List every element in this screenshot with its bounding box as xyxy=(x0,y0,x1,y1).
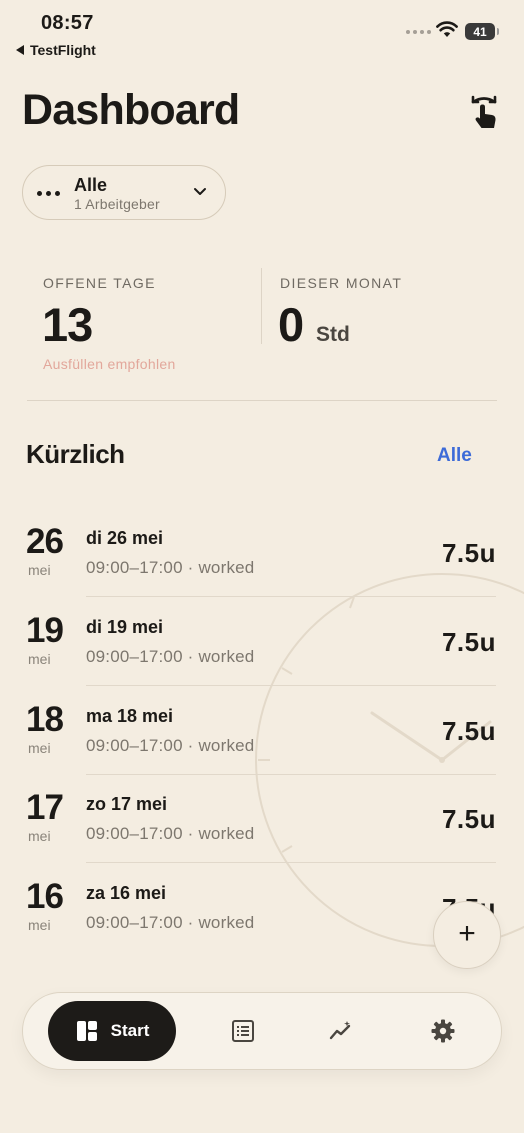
entry-month: mei xyxy=(28,740,51,756)
section-divider xyxy=(27,400,497,401)
entry-detail: 09:00–17:00 · worked xyxy=(86,824,255,843)
dashboard-icon xyxy=(76,1021,97,1041)
back-to-app-link[interactable]: TestFlight xyxy=(16,42,96,58)
list-item[interactable]: 19 mei di 19 mei 09:00–17:00 · worked 7.… xyxy=(0,597,524,686)
trends-icon[interactable] xyxy=(328,1018,354,1044)
plus-icon: + xyxy=(458,916,476,950)
recent-section-title: Kürzlich xyxy=(26,439,125,469)
entry-detail: 09:00–17:00 · worked xyxy=(86,736,255,755)
open-days-hint: Ausfüllen empfohlen xyxy=(43,356,176,372)
tab-start[interactable]: Start xyxy=(48,1001,176,1061)
battery-level: 41 xyxy=(473,24,487,39)
entry-month: mei xyxy=(28,562,51,578)
entry-hours: 7.5u xyxy=(441,538,496,568)
entry-day: 19 xyxy=(26,611,64,650)
entry-detail: 09:00–17:00 · worked xyxy=(86,647,255,666)
this-month-value: 0 xyxy=(278,298,304,351)
open-days-label: OFFENE TAGE xyxy=(43,275,156,291)
add-entry-button[interactable]: + xyxy=(433,901,501,969)
see-all-link[interactable]: Alle xyxy=(437,445,472,467)
entry-hours: 7.5u xyxy=(441,627,496,657)
list-icon[interactable] xyxy=(230,1018,256,1044)
entry-day: 26 xyxy=(26,522,64,561)
status-bar: 08:57 TestFlight 41 xyxy=(0,0,524,62)
entry-month: mei xyxy=(28,651,51,667)
open-days-value: 13 xyxy=(42,298,93,351)
more-dots-icon xyxy=(37,191,60,196)
bottom-tab-bar: Start xyxy=(22,992,502,1070)
this-month-unit: Std xyxy=(316,323,350,346)
entry-hours: 7.5u xyxy=(441,716,496,746)
entry-title: za 16 mei xyxy=(86,883,167,903)
status-time: 08:57 xyxy=(41,12,94,34)
tab-start-label: Start xyxy=(110,1021,150,1040)
back-arrow-icon xyxy=(16,45,24,55)
tap-gesture-icon[interactable] xyxy=(465,93,503,131)
battery-icon: 41 xyxy=(465,23,499,40)
entry-month: mei xyxy=(28,828,51,844)
entry-day: 17 xyxy=(26,788,64,827)
cellular-signal-icon xyxy=(406,30,431,34)
entry-detail: 09:00–17:00 · worked xyxy=(86,913,255,932)
wifi-icon xyxy=(436,21,458,37)
page-title: Dashboard xyxy=(22,86,240,134)
entry-title: zo 17 mei xyxy=(86,794,168,814)
entry-title: di 19 mei xyxy=(86,617,164,637)
settings-gear-icon[interactable] xyxy=(430,1018,456,1044)
this-month-label: DIESER MONAT xyxy=(280,275,403,291)
list-item[interactable]: 26 mei di 26 mei 09:00–17:00 · worked 7.… xyxy=(0,508,524,597)
employer-filter-dropdown[interactable]: Alle 1 Arbeitgeber xyxy=(22,165,226,220)
entry-day: 18 xyxy=(26,700,64,739)
list-item[interactable]: 17 mei zo 17 mei 09:00–17:00 · worked 7.… xyxy=(0,774,524,863)
list-item[interactable]: 18 mei ma 18 mei 09:00–17:00 · worked 7.… xyxy=(0,686,524,775)
recent-entries-list: 26 mei di 26 mei 09:00–17:00 · worked 7.… xyxy=(0,508,524,944)
employer-filter-title: Alle xyxy=(74,175,108,195)
entry-month: mei xyxy=(28,917,51,933)
entry-hours: 7.5u xyxy=(441,804,496,834)
back-app-label: TestFlight xyxy=(30,42,96,58)
chevron-down-icon xyxy=(194,188,206,195)
entry-day: 16 xyxy=(26,877,64,916)
entry-title: di 26 mei xyxy=(86,528,164,548)
entry-detail: 09:00–17:00 · worked xyxy=(86,558,255,577)
employer-filter-subtitle: 1 Arbeitgeber xyxy=(74,196,160,212)
entry-title: ma 18 mei xyxy=(86,706,174,726)
stats-divider xyxy=(261,268,262,344)
